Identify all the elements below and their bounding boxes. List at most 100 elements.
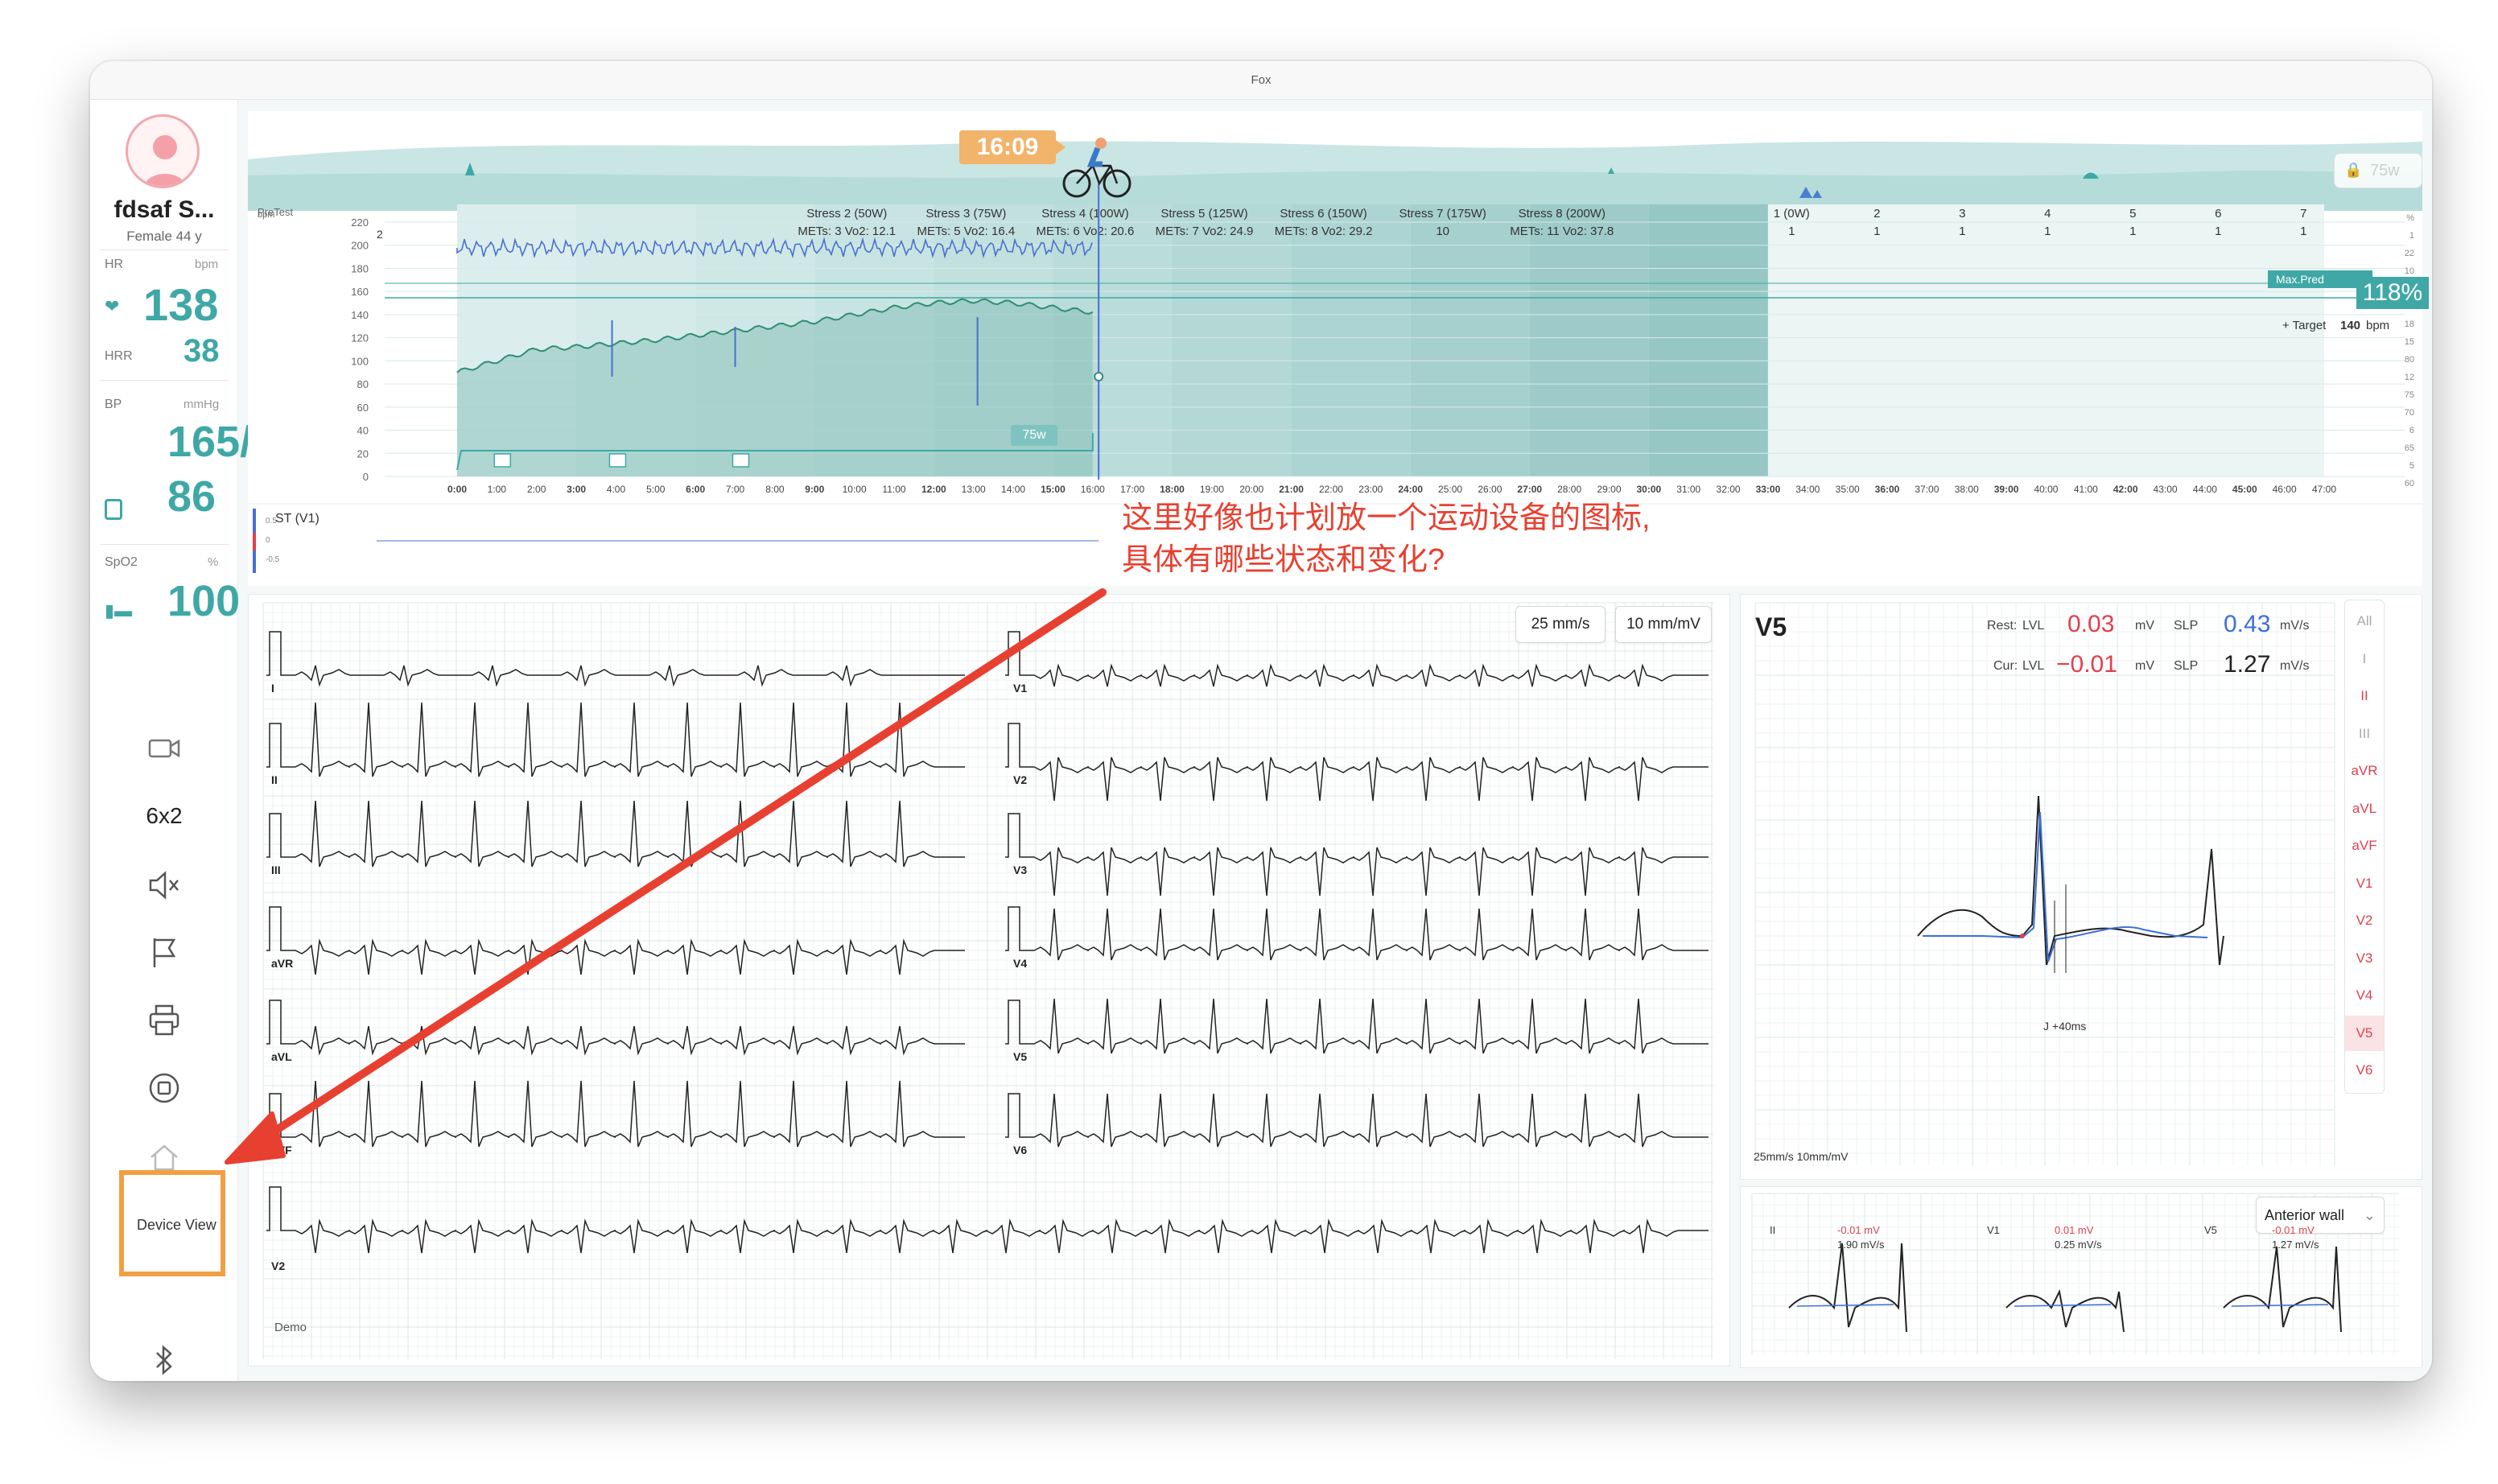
wall-lead-name: V1: [1987, 1224, 2000, 1236]
lead-label: V6: [1013, 1144, 1028, 1156]
annotation-text: 这里好像也计划放一个运动设备的图标, 具体有哪些状态和变化?: [1122, 497, 1651, 581]
lead-button-v1[interactable]: V1: [2345, 866, 2384, 901]
stage-mets: 10: [1436, 225, 1449, 238]
ecg-trace-v4: [1005, 906, 1709, 961]
lead-label: V2: [1013, 773, 1028, 786]
ecg-12-lead-panel: 25 mm/s 10 mm/mV Demo I V1 II V2 III V3 aVR V4 a…: [248, 594, 1730, 1367]
x-tick-label: 8:00: [765, 484, 785, 495]
recovery-label: 1 (0W): [1774, 207, 1810, 221]
bluetooth-icon[interactable]: [138, 1334, 190, 1381]
flag-marker: [493, 453, 512, 468]
x-tick-label: 34:00: [1795, 484, 1820, 495]
ecg-grid: [262, 602, 1713, 1359]
lead-button-avl[interactable]: aVL: [2345, 791, 2384, 827]
x-tick-label: 21:00: [1279, 484, 1304, 495]
print-icon[interactable]: [138, 995, 190, 1046]
rest-lvl-value: 0.03: [2067, 611, 2115, 637]
right-tick-label: 5: [2409, 461, 2414, 471]
wall-trace: [1788, 1243, 1907, 1333]
hrr-value: 38: [183, 333, 220, 369]
layout-6x2-button[interactable]: 6x2: [138, 790, 190, 842]
lead-button-v2[interactable]: V2: [2345, 903, 2384, 938]
lead-button-v3[interactable]: V3: [2345, 941, 2384, 976]
cur-lvl-label: LVL: [2022, 659, 2045, 673]
right-tick-label: %: [2406, 213, 2414, 223]
lead-button-v6[interactable]: V6: [2345, 1053, 2384, 1088]
x-tick-label: 20:00: [1239, 484, 1263, 495]
spo2-value: 100: [167, 577, 241, 625]
cur-lvl-value: −0.01: [2056, 651, 2117, 678]
device-view-button[interactable]: Device View: [119, 1170, 225, 1276]
y-tick-label: 200: [351, 240, 369, 252]
workload-select[interactable]: 🔒 75w: [2334, 153, 2422, 188]
camera-icon[interactable]: [138, 723, 190, 774]
ecg-trace-v6: [1005, 1093, 1709, 1148]
lead-button-ii[interactable]: II: [2345, 678, 2384, 714]
y-tick-label: 180: [351, 262, 369, 274]
ecg-trace-i: [266, 631, 965, 687]
stage-mets: METs: 3 Vo2: 12.1: [798, 225, 896, 238]
wall-lead-slp: 0.25 mV/s: [2055, 1239, 2102, 1251]
y-tick-label: 0: [363, 471, 369, 483]
right-tick-label: 75: [2405, 390, 2414, 400]
lead-button-v5[interactable]: V5: [2345, 1015, 2384, 1051]
speed-button[interactable]: 25 mm/s: [1515, 606, 1606, 643]
rest-slp-label: SLP: [2174, 619, 2199, 633]
lead-button-avf[interactable]: aVF: [2345, 828, 2384, 864]
stage-number: 2: [377, 228, 383, 241]
lead-button-iii[interactable]: III: [2345, 716, 2384, 752]
hrr-label: HRR: [105, 349, 133, 363]
x-tick-label: 23:00: [1358, 484, 1383, 495]
lead-label: aVL: [271, 1050, 292, 1063]
window-title: Fox: [90, 61, 2432, 100]
stage-label: Stress 6 (150W): [1280, 207, 1366, 221]
wall-lead-lvl: -0.01 mV: [2272, 1224, 2315, 1236]
recovery-value: 1: [1874, 225, 1880, 238]
recovery-value: 1: [2044, 225, 2051, 238]
gain-button[interactable]: 10 mm/mV: [1615, 606, 1712, 643]
x-tick-label: 39:00: [1994, 484, 2019, 495]
lead-label: aVF: [271, 1144, 292, 1156]
annotation-line-2: 具体有哪些状态和变化?: [1122, 543, 1445, 577]
right-tick-label: 22: [2405, 249, 2414, 258]
rest-slp-value: 0.43: [2224, 611, 2271, 637]
right-tick-label: 80: [2405, 355, 2414, 365]
st-tick-label: -0.5: [266, 555, 280, 564]
pretest-label: PreTest: [258, 206, 294, 218]
bp-label: BP: [105, 398, 122, 411]
lead-selector: All I II III aVR aVL aVF V1 V2 V3 V4 V5 V6: [2344, 600, 2385, 1094]
lead-button-v4[interactable]: V4: [2345, 978, 2384, 1013]
rest-complex: [1917, 795, 2224, 966]
x-tick-label: 10:00: [843, 484, 867, 495]
mute-icon[interactable]: [138, 859, 190, 911]
ecg-trace-v2: [1005, 723, 1709, 802]
flag-icon[interactable]: [138, 927, 190, 979]
lead-button-i[interactable]: I: [2345, 641, 2384, 677]
right-tick-label: 12: [2405, 373, 2414, 382]
x-tick-label: 6:00: [686, 484, 705, 495]
recovery-label: 3: [1959, 207, 1965, 221]
x-tick-label: 33:00: [1756, 484, 1781, 495]
divider: [100, 249, 229, 250]
y-tick-label: 220: [351, 216, 369, 229]
lead-label: I: [271, 682, 274, 695]
recovery-value: 1: [2300, 225, 2306, 238]
stop-icon[interactable]: [138, 1062, 190, 1114]
x-tick-label: 17:00: [1120, 484, 1144, 495]
y-tick-label: 20: [357, 447, 369, 460]
maxpred-percent: 118%: [2356, 277, 2429, 309]
avatar[interactable]: [126, 114, 200, 188]
ecg-trace-v5: [1005, 998, 1709, 1054]
y-tick-label: 40: [357, 425, 369, 437]
right-tick-label: 60: [2405, 479, 2414, 488]
lead-button-all[interactable]: All: [2345, 604, 2384, 639]
st-tick-label: 0: [266, 536, 270, 545]
rest-lvl-unit: mV: [2135, 619, 2154, 633]
y-tick-label: 160: [351, 286, 369, 298]
x-tick-label: 1:00: [488, 484, 507, 495]
recovery-label: 4: [2044, 207, 2051, 221]
x-tick-label: 35:00: [1836, 484, 1860, 495]
recovery-label: 5: [2129, 207, 2136, 221]
lead-button-avr[interactable]: aVR: [2345, 753, 2384, 789]
x-tick-label: 22:00: [1319, 484, 1343, 495]
